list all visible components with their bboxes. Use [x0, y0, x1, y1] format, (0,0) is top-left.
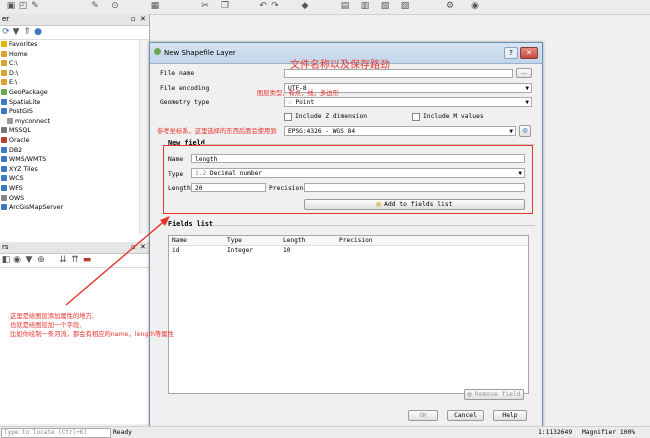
- scale-text: 1:1132649: [538, 429, 573, 436]
- field-note-line-2: 也就是给图层加一个字段,: [10, 322, 82, 329]
- annotation-field-note: 这里是给图层添加属性的地方, 也就是给图层加一个字段, 比如你绘制一条河流，那会…: [10, 312, 174, 339]
- annotation-arrow: [65, 216, 170, 306]
- field-note-line-3: 比如你绘制一条河流，那会有相应的name，length等属性: [10, 331, 174, 338]
- field-note-line-1: 这里是给图层添加属性的地方,: [10, 313, 94, 320]
- magnifier-text: Magnifier 100%: [582, 429, 636, 436]
- arrow-head: [160, 216, 170, 226]
- status-bar: Type to locate (Ctrl+K) Ready 1:1132649 …: [0, 426, 650, 438]
- ready-text: Ready: [113, 429, 132, 436]
- arrow-line: [65, 217, 169, 306]
